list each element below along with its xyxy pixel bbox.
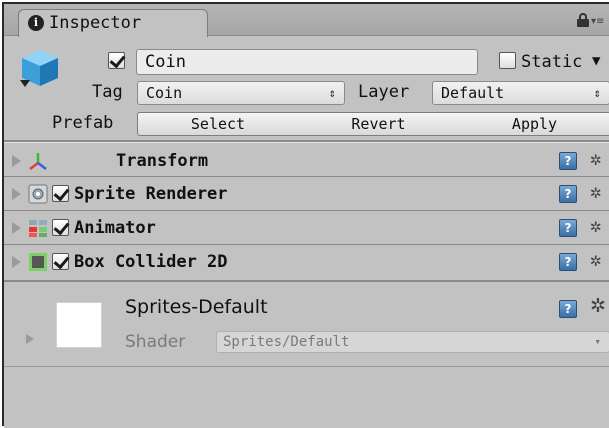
tag-label: Tag (92, 82, 123, 102)
sprite-renderer-icon (28, 184, 48, 204)
info-icon: i (28, 15, 44, 31)
box-collider-2d-icon (29, 253, 47, 271)
help-icon[interactable]: ? (559, 253, 577, 271)
gear-icon[interactable]: ✲ (590, 296, 606, 316)
inspector-window: i Inspector ▾≡ Coin Static ▼ Tag Coin ⇕ … (2, 2, 609, 428)
material-foldout-arrow-icon[interactable] (26, 334, 34, 344)
active-checkbox[interactable] (108, 52, 125, 69)
component-enabled-checkbox[interactable] (52, 219, 69, 236)
help-icon[interactable]: ? (559, 300, 577, 318)
prefab-revert-button[interactable]: Revert (298, 112, 460, 136)
component-animator[interactable]: Animator ? ✲ (4, 212, 609, 244)
gear-icon[interactable]: ✲ (590, 149, 601, 169)
lock-icon[interactable] (577, 13, 589, 27)
component-name: Box Collider 2D (74, 252, 228, 272)
material-name: Sprites-Default (125, 296, 268, 318)
static-dropdown-arrow-icon[interactable]: ▼ (592, 50, 600, 72)
static-label: Static (521, 52, 583, 72)
gear-icon[interactable]: ✲ (590, 250, 601, 270)
divider (4, 176, 609, 177)
gear-icon[interactable]: ✲ (590, 182, 601, 202)
object-name-value: Coin (145, 52, 186, 72)
component-sprite-renderer[interactable]: Sprite Renderer ? ✲ (4, 178, 609, 210)
tab-inspector[interactable]: i Inspector (18, 9, 208, 37)
tag-dropdown[interactable]: Coin ⇕ (137, 81, 345, 105)
layer-value: Default (441, 84, 505, 102)
help-icon[interactable]: ? (559, 185, 577, 203)
gear-icon[interactable]: ✲ (590, 216, 601, 236)
shader-label: Shader (125, 332, 186, 352)
divider (4, 244, 609, 245)
help-icon[interactable]: ? (559, 219, 577, 237)
dropdown-arrow-icon: ⇕ (593, 86, 601, 100)
shader-dropdown[interactable]: Sprites/Default ▾ (216, 331, 609, 353)
prefab-label: Prefab (52, 113, 114, 133)
tab-label: Inspector (49, 13, 142, 33)
transform-icon (29, 153, 47, 170)
tab-bar: i Inspector ▾≡ (4, 4, 609, 37)
divider (4, 142, 609, 143)
static-checkbox[interactable] (499, 52, 516, 69)
tab-menu-icon[interactable]: ▾≡ (591, 16, 607, 28)
component-name: Animator (74, 218, 156, 238)
divider (4, 210, 609, 211)
object-name-field[interactable]: Coin (136, 49, 478, 75)
material-thumbnail[interactable] (56, 302, 102, 348)
layer-dropdown[interactable]: Default ⇕ (432, 81, 609, 105)
animator-icon (29, 220, 47, 237)
dropdown-arrow-icon: ▾ (594, 335, 601, 348)
tag-value: Coin (146, 84, 183, 102)
component-enabled-checkbox[interactable] (52, 253, 69, 270)
prefab-apply-button[interactable]: Apply (459, 112, 609, 136)
component-name: Sprite Renderer (74, 184, 228, 204)
gameobject-cube-icon (20, 50, 58, 87)
component-box-collider-2d[interactable]: Box Collider 2D ? ✲ (4, 246, 609, 278)
component-enabled-checkbox[interactable] (52, 185, 69, 202)
help-icon[interactable]: ? (559, 152, 577, 170)
dropdown-arrow-icon: ⇕ (328, 86, 336, 100)
component-name: Transform (116, 151, 209, 171)
component-transform[interactable]: Transform ? ✲ (4, 145, 609, 177)
foldout-arrow-icon[interactable] (12, 155, 21, 167)
layer-label: Layer (358, 82, 410, 102)
foldout-arrow-icon[interactable] (12, 188, 21, 200)
divider (4, 366, 609, 367)
foldout-arrow-icon[interactable] (12, 222, 21, 234)
shader-value: Sprites/Default (223, 334, 350, 350)
prefab-select-button[interactable]: Select (137, 112, 299, 136)
foldout-arrow-icon[interactable] (12, 256, 21, 268)
